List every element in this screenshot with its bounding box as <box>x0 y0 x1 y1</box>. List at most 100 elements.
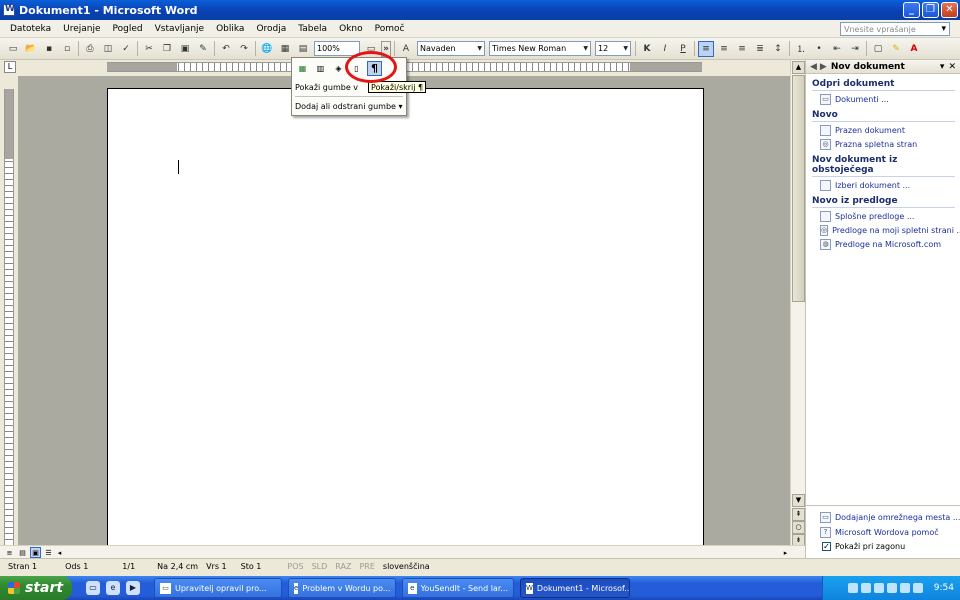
show-buttons-row-menu-item[interactable]: Pokaži gumbe v <box>295 83 358 92</box>
blank-web-page-link[interactable]: ◎ Prazna spletna stran <box>820 139 960 150</box>
add-remove-buttons-menu-item[interactable]: Dodaj ali odstrani gumbe ▾ <box>295 102 403 111</box>
insert-table-icon[interactable]: ▤ <box>295 41 311 57</box>
font-size-combo[interactable]: 12 ▼ <box>595 41 631 56</box>
taskbar-item-yousendit[interactable]: e YouSendIt - Send lar... <box>402 578 514 598</box>
new-document-icon[interactable]: ▭ <box>5 41 21 57</box>
style-combo[interactable]: Navaden ▼ <box>417 41 485 56</box>
print-preview-icon[interactable]: ◫ <box>100 41 116 57</box>
copy-icon[interactable]: ❐ <box>159 41 175 57</box>
antivirus-tray-icon[interactable] <box>873 583 884 593</box>
my-website-templates-link[interactable]: ◎ Predloge na moji spletni strani ... <box>820 225 960 236</box>
scroll-right-icon[interactable]: ▸ <box>780 547 791 558</box>
borders-icon[interactable]: ▢ <box>870 41 886 57</box>
select-browse-object-icon[interactable]: ○ <box>792 521 805 534</box>
justify-icon[interactable]: ≣ <box>752 41 768 57</box>
minimize-button[interactable]: _ <box>903 2 920 18</box>
scroll-down-icon[interactable]: ▼ <box>792 494 805 507</box>
save-disk-icon[interactable]: ▪ <box>41 41 57 57</box>
ruler-left-margin[interactable] <box>107 63 177 71</box>
clock[interactable]: 9:54 <box>934 583 954 593</box>
choose-document-link[interactable]: Izberi dokument ... <box>820 180 960 191</box>
volume-tray-icon[interactable] <box>886 583 897 593</box>
tab-selector-icon[interactable]: L <box>4 61 16 73</box>
status-ext[interactable]: RAZ <box>335 562 351 571</box>
blank-document-link[interactable]: Prazen dokument <box>820 125 960 136</box>
bullets-icon[interactable]: • <box>811 41 827 57</box>
decrease-indent-icon[interactable]: ⇤ <box>829 41 845 57</box>
outline-view-icon[interactable]: ☰ <box>43 547 54 558</box>
font-combo[interactable]: Times New Roman ▼ <box>489 41 591 56</box>
drawing-icon[interactable]: ◈ <box>331 61 346 76</box>
menu-help[interactable]: Pomoč <box>369 24 411 34</box>
undo-icon[interactable]: ↶ <box>218 41 234 57</box>
align-left-icon[interactable]: ≡ <box>698 40 714 57</box>
horizontal-scrollbar[interactable]: ≡ ▤ ▣ ☰ ◂ ▸ <box>0 545 805 558</box>
print-layout-view-icon[interactable]: ▣ <box>30 547 41 558</box>
language-tray-icon[interactable] <box>847 583 858 593</box>
general-templates-link[interactable]: Splošne predloge ... <box>820 211 960 222</box>
italic-button[interactable]: I <box>657 41 673 57</box>
vertical-ruler[interactable] <box>4 89 14 545</box>
close-icon[interactable]: ✕ <box>948 62 956 72</box>
increase-indent-icon[interactable]: ⇥ <box>847 41 863 57</box>
menu-table[interactable]: Tabela <box>292 24 333 34</box>
chevron-down-icon[interactable]: ▾ <box>940 62 945 72</box>
align-center-icon[interactable]: ≡ <box>716 41 732 57</box>
paste-icon[interactable]: ▣ <box>177 41 193 57</box>
close-button[interactable]: ✕ <box>941 2 958 18</box>
help-question-input[interactable]: Vnesite vprašanje ▾ <box>840 22 950 36</box>
ruler-top-margin[interactable] <box>5 89 13 159</box>
chevron-down-icon[interactable]: ▾ <box>941 24 946 34</box>
highlight-icon[interactable]: ✎ <box>888 41 904 57</box>
spelling-icon[interactable]: ✓ <box>118 41 134 57</box>
start-button[interactable]: start <box>0 576 72 600</box>
ruler-right-margin[interactable] <box>630 63 702 71</box>
vertical-scrollbar[interactable]: ▲ ▼ ⇞ ○ ⇟ <box>790 60 805 547</box>
scroll-up-icon[interactable]: ▲ <box>792 61 805 74</box>
back-arrow-icon[interactable]: ◀ <box>810 62 817 72</box>
menu-format[interactable]: Oblika <box>210 24 250 34</box>
permission-icon[interactable]: ▫ <box>59 41 75 57</box>
taskbar-item-word-document[interactable]: W Dokument1 - Microsof... <box>520 578 630 598</box>
network-tray-icon[interactable] <box>860 583 871 593</box>
redo-icon[interactable]: ↷ <box>236 41 252 57</box>
forward-arrow-icon[interactable]: ▶ <box>820 62 827 72</box>
cut-icon[interactable]: ✂ <box>141 41 157 57</box>
taskbar-item-task-manager[interactable]: ▭ Upravitelj opravil pro... <box>154 578 282 598</box>
internet-explorer-icon[interactable]: e <box>106 581 120 595</box>
menu-view[interactable]: Pogled <box>107 24 149 34</box>
scroll-thumb[interactable] <box>792 75 805 302</box>
messenger-tray-icon[interactable] <box>912 583 923 593</box>
status-rec[interactable]: POS <box>287 562 303 571</box>
taskbar-item-word-problem[interactable]: e Problem v Wordu po... <box>288 578 396 598</box>
bold-button[interactable]: K <box>639 41 655 57</box>
tables-borders-icon[interactable]: ▦ <box>277 41 293 57</box>
print-icon[interactable]: ⎙ <box>82 41 98 57</box>
menu-tools[interactable]: Orodja <box>250 24 292 34</box>
menu-edit[interactable]: Urejanje <box>57 24 106 34</box>
add-network-place-link[interactable]: ▭ Dodajanje omrežnega mesta ... <box>820 512 960 523</box>
menu-insert[interactable]: Vstavljanje <box>149 24 210 34</box>
hyperlink-icon[interactable]: 🌐 <box>259 41 275 57</box>
menu-file[interactable]: Datoteka <box>0 24 57 34</box>
normal-view-icon[interactable]: ≡ <box>4 547 15 558</box>
microsoft-templates-link[interactable]: ◍ Predloge na Microsoft.com <box>820 239 960 250</box>
word-help-link[interactable]: ? Microsoft Wordova pomoč <box>820 527 960 538</box>
align-right-icon[interactable]: ≡ <box>734 41 750 57</box>
styles-icon[interactable]: A <box>398 41 414 57</box>
zoom-combo[interactable]: 100% <box>314 41 360 56</box>
word-app-icon[interactable] <box>3 4 15 16</box>
maximize-button[interactable]: ❐ <box>922 2 939 18</box>
scroll-left-icon[interactable]: ◂ <box>54 547 65 558</box>
status-ovr[interactable]: PRE <box>359 562 374 571</box>
format-painter-icon[interactable]: ✎ <box>195 41 211 57</box>
documents-link[interactable]: ▭ Dokumenti ... <box>820 94 960 105</box>
font-color-icon[interactable]: A <box>906 41 922 57</box>
underline-button[interactable]: P <box>675 41 691 57</box>
columns-icon[interactable]: ▥ <box>313 61 328 76</box>
excel-worksheet-icon[interactable]: ▦ <box>295 61 310 76</box>
menu-window[interactable]: Okno <box>333 24 369 34</box>
previous-page-icon[interactable]: ⇞ <box>792 508 805 521</box>
open-folder-icon[interactable]: 📂 <box>23 41 39 57</box>
document-page[interactable] <box>107 88 704 545</box>
